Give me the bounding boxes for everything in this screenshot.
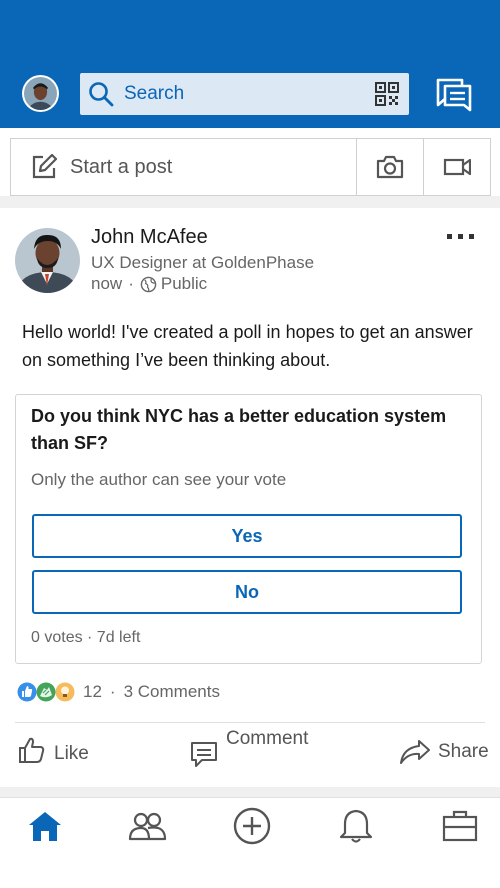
author-avatar[interactable] — [15, 228, 80, 293]
section-divider — [0, 787, 500, 797]
like-reaction-icon — [17, 682, 37, 702]
post-time: now — [91, 274, 123, 293]
poll-stats: 0 votes · 7d left — [31, 629, 141, 646]
poll-card: Do you think NYC has a better education … — [15, 394, 482, 664]
composer-bar: Start a post — [10, 138, 491, 196]
poll-question: Do you think NYC has a better education … — [31, 406, 447, 453]
poll-privacy-note: Only the author can see your vote — [31, 470, 287, 489]
insightful-reaction-icon — [55, 682, 75, 702]
reaction-separator: · — [109, 682, 116, 701]
share-label: Share — [438, 741, 489, 762]
edit-icon — [32, 154, 57, 179]
bell-icon — [339, 809, 373, 843]
search-bar[interactable] — [80, 73, 409, 115]
like-icon — [19, 737, 45, 763]
video-icon — [443, 158, 471, 176]
feed-post: John McAfee UX Designer at GoldenPhase n… — [0, 208, 500, 788]
meta-separator: · — [128, 274, 134, 293]
nav-my-network[interactable] — [127, 806, 167, 846]
qr-code-icon[interactable] — [375, 82, 399, 106]
section-divider — [0, 196, 500, 208]
comment-button[interactable]: Comment — [188, 726, 328, 776]
app-root: Start a post — [0, 0, 500, 888]
author-name[interactable]: John McAfee — [91, 226, 208, 249]
nav-post[interactable] — [232, 806, 272, 846]
like-label: Like — [54, 743, 89, 764]
more-icon[interactable] — [446, 232, 476, 242]
top-header — [0, 0, 500, 128]
poll-option-yes[interactable]: Yes — [32, 514, 462, 558]
messaging-icon[interactable] — [436, 78, 472, 112]
avatar — [24, 77, 57, 110]
poll-option-no[interactable]: No — [32, 570, 462, 614]
profile-avatar-button[interactable] — [22, 75, 59, 112]
search-input[interactable] — [124, 79, 364, 109]
add-post-icon — [233, 807, 271, 845]
post-body-text: Hello world! I've created a poll in hope… — [22, 322, 473, 370]
nav-notifications[interactable] — [336, 806, 376, 846]
globe-icon — [140, 276, 157, 292]
nav-jobs[interactable] — [440, 806, 480, 846]
start-post-button[interactable]: Start a post — [11, 139, 357, 195]
reaction-count: 12 — [83, 682, 102, 701]
author-title: UX Designer at GoldenPhase — [91, 253, 315, 272]
comment-count[interactable]: 3 Comments — [124, 682, 220, 702]
search-icon — [89, 82, 114, 107]
video-button[interactable] — [424, 139, 490, 195]
celebrate-reaction-icon — [36, 682, 56, 702]
share-button[interactable]: Share — [399, 736, 494, 772]
comment-icon — [191, 742, 217, 767]
post-visibility: Public — [160, 274, 208, 293]
post-meta: now · Public — [91, 274, 207, 294]
bottom-navigation — [0, 797, 500, 849]
camera-icon — [376, 155, 404, 179]
network-icon — [128, 812, 167, 841]
start-post-label: Start a post — [70, 156, 173, 178]
nav-home[interactable] — [25, 806, 65, 846]
action-divider — [15, 722, 485, 723]
share-icon — [400, 740, 430, 764]
briefcase-icon — [442, 810, 478, 842]
avatar — [15, 228, 80, 293]
reactions-summary[interactable]: 12 · 3 Comments — [17, 682, 220, 702]
like-button[interactable]: Like — [18, 736, 108, 772]
photo-button[interactable] — [357, 139, 424, 195]
home-icon — [29, 812, 61, 841]
comment-label: Comment — [226, 728, 309, 749]
